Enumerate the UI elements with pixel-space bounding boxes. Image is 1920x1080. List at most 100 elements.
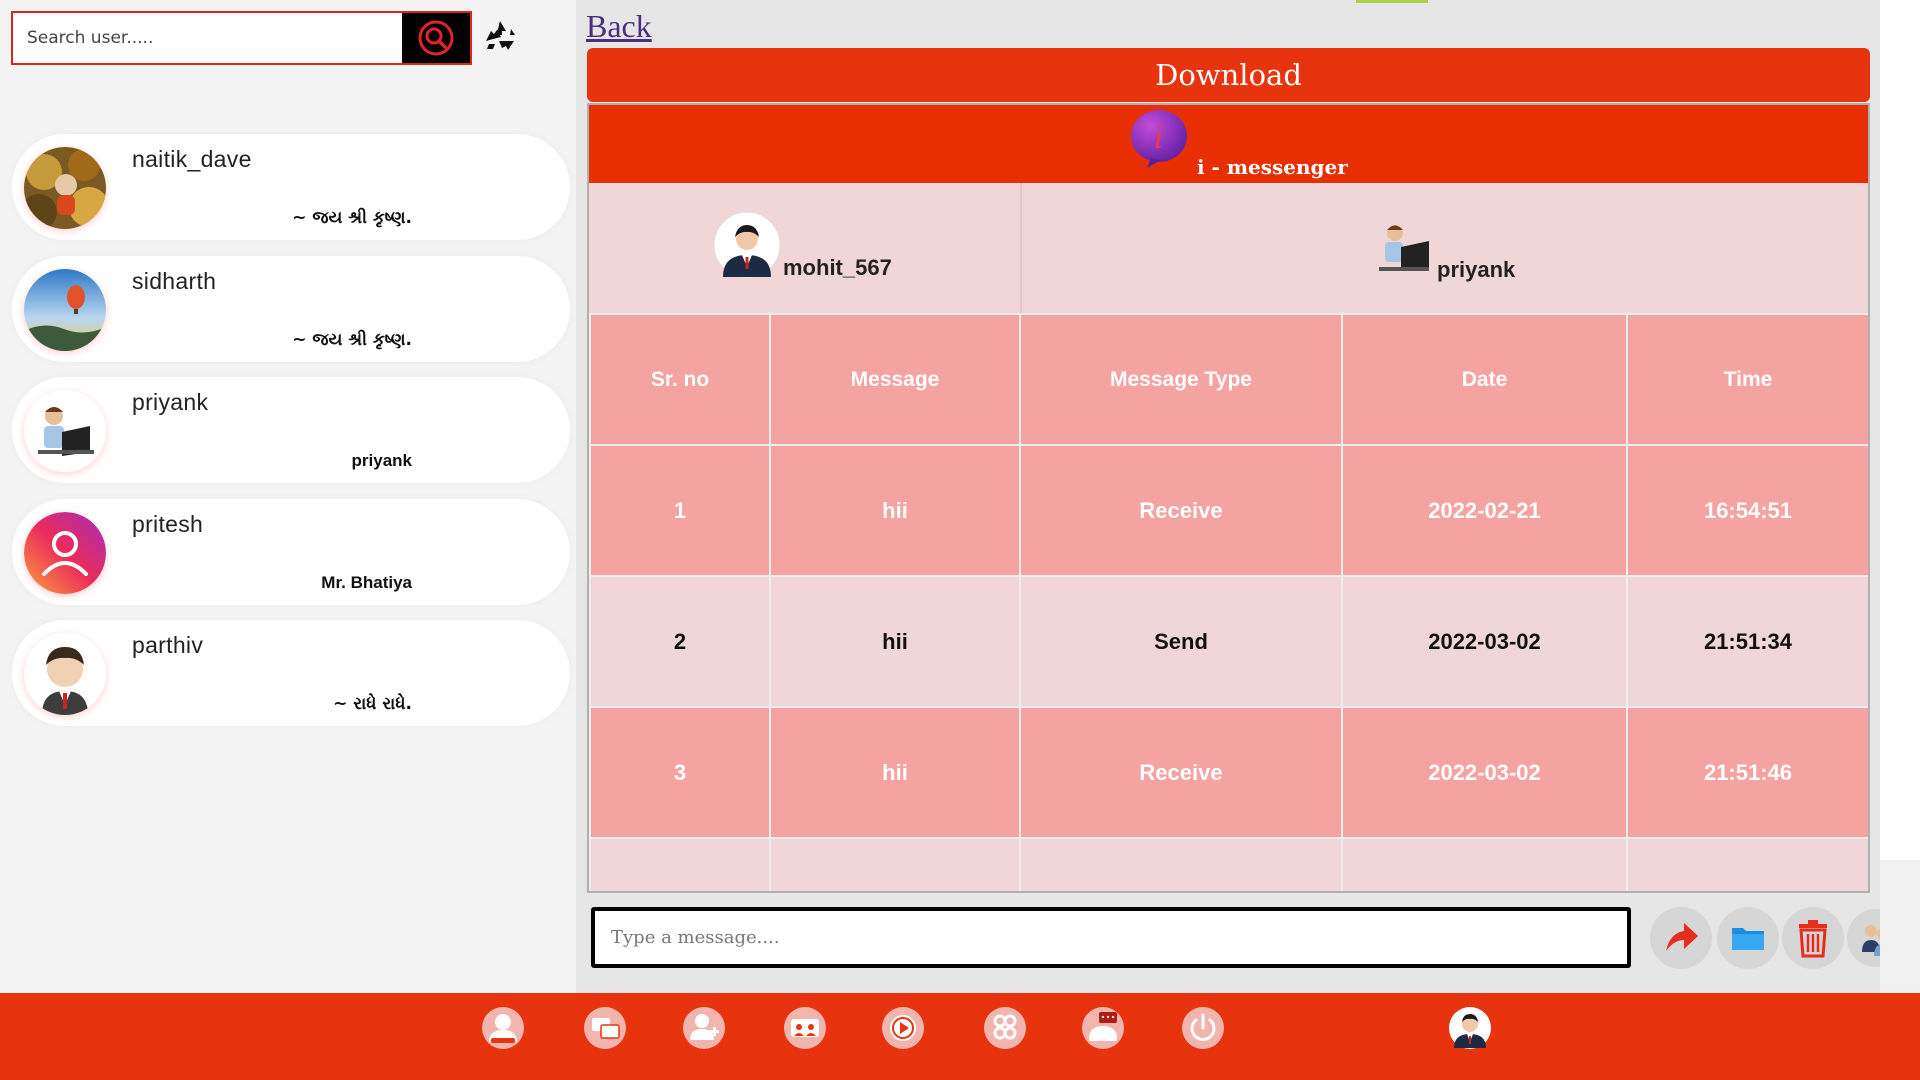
- column-header: Message: [769, 313, 1021, 446]
- nav-video-button[interactable]: [880, 1005, 926, 1051]
- cell-message-type: Send: [1019, 575, 1343, 708]
- cell-message: hii: [769, 444, 1021, 577]
- empty-cell: [589, 837, 771, 891]
- avatar: [24, 147, 106, 229]
- attach-file-button[interactable]: [1717, 907, 1779, 969]
- cell-date: 2022-02-21: [1341, 444, 1628, 577]
- power-icon: [1182, 1007, 1224, 1049]
- nav-settings-button[interactable]: [982, 1005, 1028, 1051]
- cell-message-type: Receive: [1019, 444, 1343, 577]
- messenger-logo-icon: i: [1129, 108, 1191, 170]
- cell-sr-no: 1: [589, 444, 771, 577]
- cell-sr-no: 2: [589, 575, 771, 708]
- search-button[interactable]: [402, 13, 470, 63]
- column-header: Time: [1626, 313, 1868, 446]
- contact-status: ~ જય શ્રી કૃષ્ણ.: [292, 330, 412, 350]
- search-icon: [418, 20, 454, 56]
- contact-name: pritesh: [132, 511, 204, 537]
- delete-chat-button[interactable]: [1782, 907, 1844, 969]
- empty-cell: [769, 837, 1021, 891]
- messages-table: Sr. no Message Message Type Date Time 1 …: [589, 313, 1868, 891]
- svg-text:i: i: [1154, 121, 1164, 156]
- participant-name: mohit_567: [783, 255, 892, 280]
- table-row: [589, 837, 1868, 891]
- column-header: Message Type: [1019, 313, 1343, 446]
- nav-chats-button[interactable]: [582, 1005, 628, 1051]
- contact-name: sidharth: [132, 268, 217, 294]
- table-row: 2 hii Send 2022-03-02 21:51:34: [589, 575, 1868, 708]
- chat-report: i i - messenger mohit_567 priyank Sr. no…: [587, 103, 1870, 893]
- nav-profile-button[interactable]: [480, 1005, 526, 1051]
- nav-groups-button[interactable]: [782, 1005, 828, 1051]
- cell-message: hii: [769, 706, 1021, 839]
- search-box: [11, 11, 472, 65]
- empty-cell: [1019, 837, 1343, 891]
- message-input[interactable]: [595, 911, 1627, 964]
- contact-name: parthiv: [132, 632, 204, 658]
- video-icon: [882, 1007, 924, 1049]
- avatar: [1369, 219, 1435, 285]
- add-user-icon: [683, 1007, 725, 1049]
- contact-item-naitik-dave[interactable]: naitik_dave ~ જય શ્રી કૃષ્ણ.: [12, 134, 570, 240]
- download-button[interactable]: Download: [587, 48, 1870, 102]
- back-link[interactable]: Back: [586, 8, 652, 45]
- column-header: Sr. no: [589, 313, 771, 446]
- participant-left: mohit_567: [713, 211, 892, 283]
- empty-cell: [1341, 837, 1628, 891]
- participant-name: priyank: [1437, 257, 1516, 282]
- table-row: 3 hii Receive 2022-03-02 21:51:46: [589, 706, 1868, 839]
- conversation-participants: mohit_567 priyank: [589, 183, 1868, 313]
- account-avatar-icon: [1449, 1007, 1491, 1049]
- table-row: 1 hii Receive 2022-02-21 16:54:51: [589, 444, 1868, 577]
- folder-icon: [1732, 928, 1764, 950]
- window-edge-lower: [1880, 860, 1920, 993]
- cell-time: 21:51:46: [1626, 706, 1868, 839]
- profile-icon: [482, 1007, 524, 1049]
- cell-sr-no: 3: [589, 706, 771, 839]
- cell-time: 21:51:34: [1626, 575, 1868, 708]
- contact-item-pritesh[interactable]: pritesh Mr. Bhatiya: [12, 499, 570, 605]
- groups-icon: [784, 1007, 826, 1049]
- chats-icon: [584, 1007, 626, 1049]
- cell-message-type: Receive: [1019, 706, 1343, 839]
- nav-account-button[interactable]: [1447, 1005, 1493, 1051]
- contact-item-sidharth[interactable]: sidharth ~ જય શ્રી કૃષ્ણ.: [12, 256, 570, 362]
- trash-icon: [1799, 920, 1827, 958]
- divider: [1020, 183, 1022, 313]
- brand-name: i - messenger: [1197, 155, 1348, 179]
- participant-right: priyank: [1369, 219, 1515, 285]
- contact-status: ~ જય શ્રી કૃષ્ણ.: [292, 208, 412, 228]
- send-arrow-icon: [1666, 923, 1698, 951]
- avatar: [24, 512, 106, 594]
- nav-add-user-button[interactable]: [681, 1005, 727, 1051]
- window-edge: [1880, 0, 1920, 860]
- contact-status: priyank: [351, 451, 412, 470]
- table-header-row: Sr. no Message Message Type Date Time: [589, 313, 1868, 446]
- cell-date: 2022-03-02: [1341, 706, 1628, 839]
- contact-item-priyank[interactable]: priyank priyank: [12, 377, 570, 483]
- nav-notifications-button[interactable]: [1080, 1005, 1126, 1051]
- empty-cell: [1626, 837, 1868, 891]
- send-button[interactable]: [1650, 907, 1712, 969]
- nav-logout-button[interactable]: [1180, 1005, 1226, 1051]
- bottom-navigation: [0, 993, 1920, 1080]
- contact-name: priyank: [132, 389, 209, 415]
- contacts-sidebar: naitik_dave ~ જય શ્રી કૃષ્ણ. sidharth ~ …: [0, 0, 576, 993]
- contact-name: naitik_dave: [132, 146, 252, 172]
- settings-icon: [984, 1007, 1026, 1049]
- search-input[interactable]: [13, 13, 402, 63]
- cell-message: hii: [769, 575, 1021, 708]
- top-accent-strip: [1356, 0, 1428, 3]
- conversation-panel: Back Download i i - messenger mohit_567 …: [576, 0, 1905, 993]
- contact-item-parthiv[interactable]: parthiv ~ રાધે રાધે.: [12, 620, 570, 726]
- cell-date: 2022-03-02: [1341, 575, 1628, 708]
- avatar: [24, 633, 106, 715]
- avatar: [713, 211, 781, 283]
- message-composer: [591, 907, 1631, 968]
- avatar: [24, 269, 106, 351]
- brand-bar: i i - messenger: [589, 105, 1868, 183]
- contact-status: Mr. Bhatiya: [321, 573, 412, 592]
- cell-time: 16:54:51: [1626, 444, 1868, 577]
- recycle-icon[interactable]: [479, 15, 521, 57]
- contact-status: ~ રાધે રાધે.: [333, 694, 412, 714]
